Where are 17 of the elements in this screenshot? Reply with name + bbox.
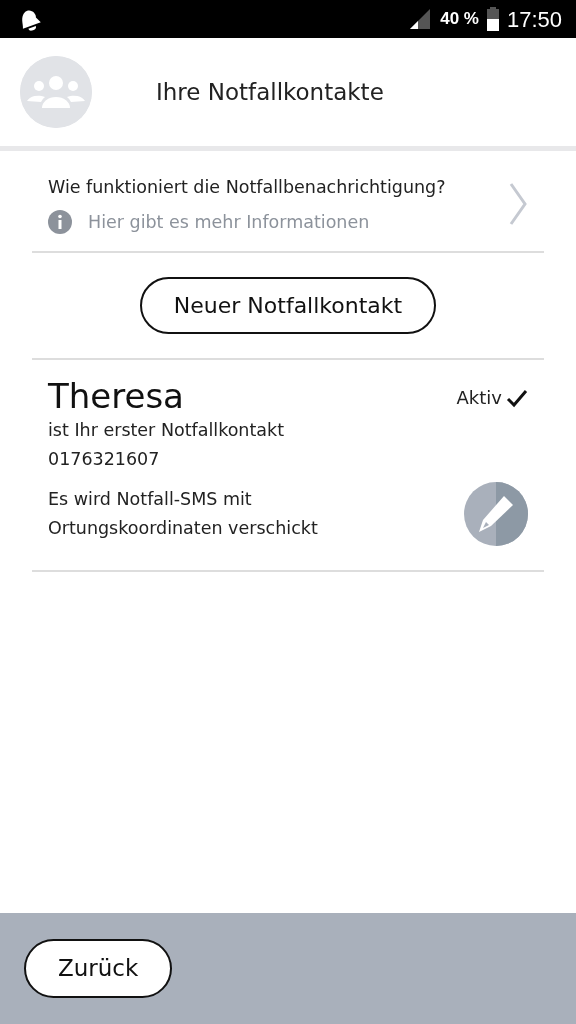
- contact-name: Theresa: [48, 376, 184, 417]
- contact-role: ist Ihr erster Notfallkontakt: [48, 419, 286, 443]
- signal-icon: [408, 7, 433, 31]
- contact-status: Aktiv: [456, 386, 502, 411]
- contact-note: Es wird Notfall-SMS mit Ortungskoordinaten verschickt: [48, 488, 319, 541]
- info-row[interactable]: Wie funktioniert die Notfallbenachrichtigung? Hier gibt es mehr Informationen: [32, 151, 544, 252]
- clock: 17:50: [506, 5, 562, 34]
- edit-button[interactable]: [464, 482, 528, 547]
- chevron-right-icon: [508, 182, 528, 227]
- back-button[interactable]: Zurück: [24, 939, 173, 998]
- battery-percentage: 40 %: [440, 8, 479, 31]
- contact-phone: 0176321607: [48, 448, 161, 472]
- new-contact-button[interactable]: Neuer Notfallkontakt: [139, 277, 437, 335]
- battery-icon: [486, 7, 499, 31]
- page-title: Ihre Notfallkontakte: [156, 77, 384, 107]
- info-question: Wie funktioniert die Notfallbenachrichtigung?: [48, 176, 447, 199]
- info-icon: [48, 210, 72, 235]
